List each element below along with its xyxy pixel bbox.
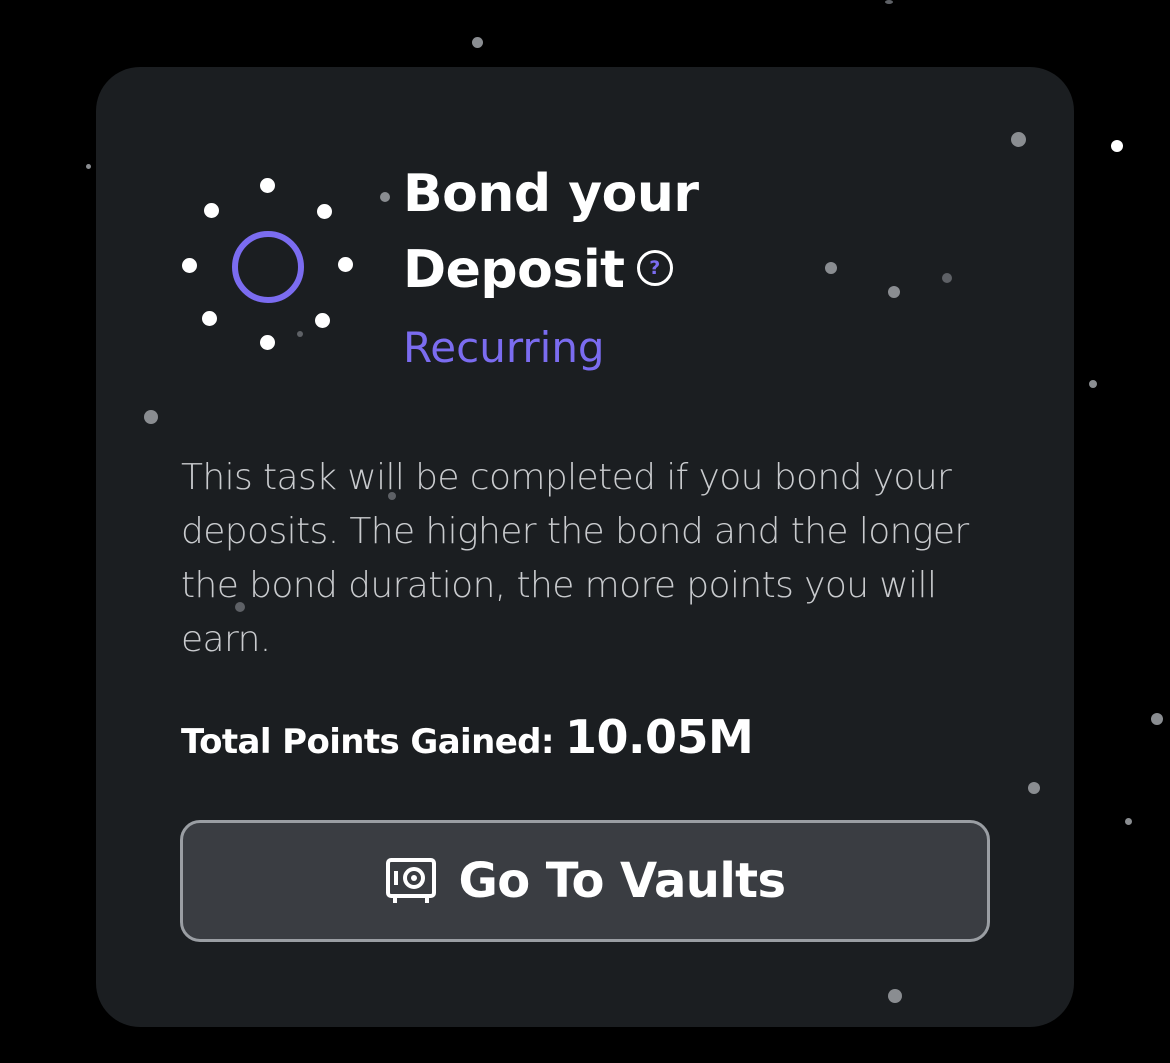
star (144, 410, 158, 424)
ring (232, 231, 304, 303)
icon-dot (204, 203, 219, 218)
task-description: This task will be completed if you bond … (181, 457, 969, 660)
star (380, 192, 390, 202)
star (1125, 818, 1132, 825)
points-value: 10.05M (565, 710, 754, 764)
star (1011, 132, 1026, 147)
star (1089, 380, 1097, 388)
star (86, 164, 91, 169)
help-icon[interactable]: ? (636, 250, 673, 286)
star (472, 37, 483, 48)
star (1111, 140, 1123, 152)
star (885, 0, 893, 4)
icon-dot (338, 257, 353, 272)
task-title-line2: Deposit (403, 240, 625, 300)
page-background: Bond your Deposit? Recurring This task w… (0, 0, 1170, 1063)
star (888, 989, 902, 1003)
go-to-vaults-label: Go To Vaults (458, 853, 787, 909)
star (1028, 782, 1040, 794)
star (888, 286, 900, 298)
star (1151, 713, 1163, 725)
task-frequency-label: Recurring (403, 323, 605, 372)
icon-dot (317, 204, 332, 219)
task-title: Bond your Deposit? (403, 156, 699, 308)
task-title-line2-row: Deposit? (403, 232, 699, 308)
star (942, 273, 952, 283)
icon-dot (202, 311, 217, 326)
vault-icon (385, 858, 436, 903)
task-title-line1: Bond your (403, 164, 699, 224)
icon-dot (182, 258, 197, 273)
points-summary: Total Points Gained: 10.05M (181, 710, 754, 764)
icon-dot (260, 335, 275, 350)
star (825, 262, 837, 274)
points-label: Total Points Gained: (181, 722, 555, 762)
sparkle-ring-icon (180, 176, 360, 356)
icon-dot (260, 178, 275, 193)
go-to-vaults-button[interactable]: Go To Vaults (180, 820, 990, 942)
icon-dot (315, 313, 330, 328)
